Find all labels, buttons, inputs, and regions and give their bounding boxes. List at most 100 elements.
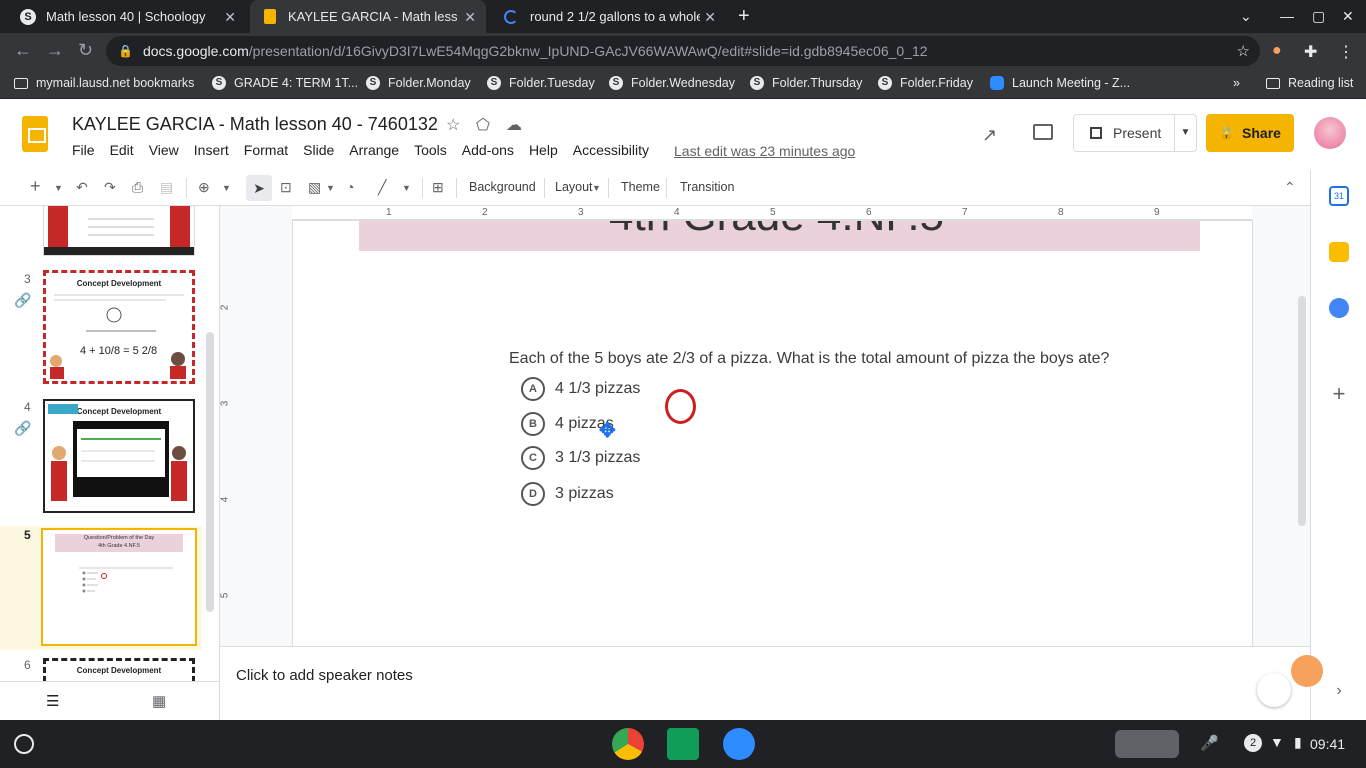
select-tool-icon[interactable]: ➤ <box>246 175 272 201</box>
launcher-icon[interactable] <box>14 734 34 754</box>
tab-search-icon[interactable]: ⌄ <box>1240 8 1252 25</box>
menu-tools[interactable]: Tools <box>414 142 447 158</box>
slide-thumbnail-5[interactable]: Question/Problem of the Day 4th Grade 4.… <box>41 528 197 646</box>
menu-addons[interactable]: Add-ons <box>462 142 514 158</box>
reading-list-button[interactable]: Reading list <box>1266 76 1353 90</box>
theme-button[interactable]: Theme <box>621 180 660 194</box>
bookmark-mymail[interactable]: mymail.lausd.net bookmarks <box>14 76 194 90</box>
menu-file[interactable]: File <box>72 142 95 158</box>
present-button[interactable]: Present ▼ <box>1073 114 1197 152</box>
classroom-icon[interactable] <box>667 728 699 760</box>
star-icon[interactable]: ☆ <box>446 115 460 135</box>
slide[interactable]: 4th Grade 4.NF.5 Each of the 5 boys ate … <box>292 220 1253 646</box>
close-icon[interactable]: ✕ <box>224 9 236 26</box>
url-field[interactable]: 🔒 docs.google.com /presentation/d/16Givy… <box>106 36 1260 66</box>
bookmark-friday[interactable]: S Folder.Friday <box>878 76 973 90</box>
line-icon[interactable]: ╱ <box>378 179 386 196</box>
chevron-down-icon[interactable]: ▼ <box>222 183 231 193</box>
menu-icon[interactable]: ⋮ <box>1338 42 1354 62</box>
image-icon[interactable]: ▧ <box>308 179 321 196</box>
collapse-icon[interactable]: ⌃ <box>1284 179 1296 196</box>
slide-thumbnail-3[interactable]: Concept Development 4 + 10/8 = 5 2/8 <box>43 270 195 384</box>
chevron-down-icon[interactable]: ▼ <box>54 183 63 193</box>
menu-insert[interactable]: Insert <box>194 142 229 158</box>
reload-icon[interactable]: ↻ <box>78 40 93 61</box>
chrome-icon[interactable] <box>612 728 644 760</box>
puzzle-icon[interactable]: ✚ <box>1304 42 1317 62</box>
chevron-right-icon[interactable]: › <box>1329 682 1349 702</box>
notification-badge[interactable]: 2 <box>1244 734 1262 752</box>
minimize-icon[interactable]: — <box>1280 8 1294 24</box>
slide-thumbnail-2[interactable] <box>43 206 195 256</box>
menu-view[interactable]: View <box>149 142 179 158</box>
activity-icon[interactable]: ↗ <box>982 125 997 146</box>
menu-accessibility[interactable]: Accessibility <box>573 142 649 158</box>
doc-title[interactable]: KAYLEE GARCIA - Math lesson 40 - 7460132 <box>72 114 438 135</box>
chevron-down-icon[interactable]: ▼ <box>326 183 335 193</box>
back-icon[interactable]: ← <box>14 40 32 61</box>
bookmark-wednesday[interactable]: S Folder.Wednesday <box>609 76 735 90</box>
screen-thumbnails[interactable] <box>1115 730 1179 758</box>
calendar-icon[interactable]: 31 <box>1329 186 1349 206</box>
undo-icon[interactable]: ↶ <box>76 179 88 196</box>
extension-icon[interactable]: ● <box>1272 42 1282 60</box>
filmstrip-view-icon[interactable]: ☰ <box>46 692 59 710</box>
bookmark-tuesday[interactable]: S Folder.Tuesday <box>487 76 595 90</box>
bookmark-monday[interactable]: S Folder.Monday <box>366 76 471 90</box>
add-on-plus-icon[interactable]: + <box>1329 383 1349 405</box>
print-icon[interactable]: ⎙ <box>132 179 143 196</box>
speaker-notes-placeholder[interactable]: Click to add speaker notes <box>236 667 413 684</box>
slides-logo-icon[interactable] <box>22 116 48 152</box>
move-icon[interactable]: ⬠ <box>476 115 490 135</box>
menu-format[interactable]: Format <box>244 142 288 158</box>
menu-slide[interactable]: Slide <box>303 142 334 158</box>
new-slide-icon[interactable]: + <box>30 176 41 197</box>
share-button[interactable]: 🔒 Share <box>1206 114 1294 152</box>
comment-icon[interactable] <box>1033 124 1053 140</box>
bookmark-thursday[interactable]: S Folder.Thursday <box>750 76 862 90</box>
transition-button[interactable]: Transition <box>680 180 734 194</box>
forward-icon[interactable]: → <box>46 40 64 61</box>
more-bookmarks-icon[interactable]: » <box>1233 76 1240 90</box>
last-edit-link[interactable]: Last edit was 23 minutes ago <box>674 143 855 159</box>
bookmark-star-icon[interactable]: ☆ <box>1237 42 1250 60</box>
slide-thumbnail-6[interactable]: Concept Development <box>43 658 195 681</box>
grid-view-icon[interactable]: ▦ <box>152 692 166 710</box>
clock[interactable]: 09:41 <box>1310 736 1345 752</box>
title-band[interactable]: 4th Grade 4.NF.5 <box>359 221 1200 251</box>
chevron-down-icon[interactable]: ▼ <box>402 183 411 193</box>
red-circle-shape[interactable] <box>665 389 696 424</box>
slide-thumbnail-4[interactable]: Concept Development <box>43 399 195 513</box>
text-box-icon[interactable]: ⊡ <box>280 179 292 196</box>
menu-help[interactable]: Help <box>529 142 558 158</box>
keep-icon[interactable] <box>1329 242 1349 262</box>
tab-search[interactable]: round 2 1/2 gallons to a whole n ✕ <box>490 0 726 33</box>
tab-schoology[interactable]: S Math lesson 40 | Schoology ✕ <box>6 0 246 33</box>
option-a[interactable]: A 4 1/3 pizzas <box>521 377 640 401</box>
paint-format-icon[interactable]: ▤ <box>160 179 173 196</box>
menu-edit[interactable]: Edit <box>110 142 134 158</box>
zoom-icon[interactable]: ⊕ <box>198 179 210 196</box>
redo-icon[interactable]: ↷ <box>104 179 116 196</box>
background-button[interactable]: Background <box>469 180 536 194</box>
canvas-scrollbar[interactable] <box>1298 296 1306 526</box>
avatar[interactable] <box>1314 117 1346 149</box>
bookmark-grade4[interactable]: S GRADE 4: TERM 1T... <box>212 76 358 90</box>
option-d[interactable]: D 3 pizzas <box>521 482 614 506</box>
close-icon[interactable]: ✕ <box>704 9 716 26</box>
microphone-icon[interactable]: 🎤 <box>1200 734 1219 752</box>
menu-arrange[interactable]: Arrange <box>349 142 399 158</box>
close-icon[interactable]: ✕ <box>464 9 476 26</box>
tasks-icon[interactable] <box>1329 298 1349 318</box>
maximize-icon[interactable]: ▢ <box>1312 8 1325 25</box>
accessibility-gear-icon[interactable] <box>1291 655 1323 687</box>
layout-button[interactable]: Layout <box>555 180 593 194</box>
shape-icon[interactable]: ◔ <box>346 179 354 195</box>
chevron-down-icon[interactable]: ▼ <box>1174 115 1196 151</box>
cloud-icon[interactable]: ☁ <box>506 115 522 135</box>
tab-slides[interactable]: KAYLEE GARCIA - Math lesson 40 ✕ <box>250 0 486 33</box>
question-text[interactable]: Each of the 5 boys ate 2/3 of a pizza. W… <box>509 350 1109 368</box>
speaker-notes[interactable]: Click to add speaker notes <box>220 646 1310 720</box>
option-c[interactable]: C 3 1/3 pizzas <box>521 446 640 470</box>
window-close-icon[interactable]: ✕ <box>1342 8 1354 25</box>
